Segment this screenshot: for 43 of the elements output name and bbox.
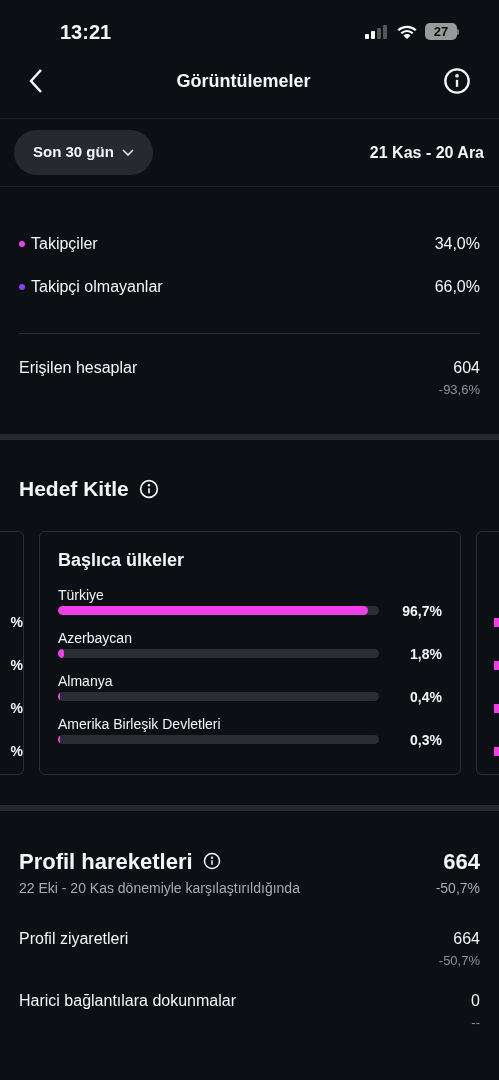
metric-value: 0: [471, 991, 480, 1011]
percent-value: %: [10, 698, 23, 718]
legend-label: Takipçi olmayanlar: [31, 277, 163, 297]
card-title: Başlıca ülkeler: [58, 548, 186, 572]
percent-value: 0,3%: [410, 731, 442, 748]
metric-change: -50,7%: [438, 951, 480, 970]
signal-icon: [365, 24, 389, 39]
section-title: Hedef Kitle: [19, 476, 129, 502]
back-icon[interactable]: [28, 68, 44, 94]
metric-change: -93,6%: [438, 381, 480, 399]
metric-change: --: [471, 1014, 480, 1032]
total-change: -50,7%: [435, 878, 480, 898]
country-name: Türkiye: [58, 585, 105, 604]
percent-value: 1,8%: [410, 645, 442, 662]
legend-label: Takipçiler: [31, 234, 98, 254]
percent-value: %: [10, 612, 23, 632]
metric-label: Profil ziyaretleri: [19, 928, 129, 949]
country-name: Amerika Birleşik Devletleri: [58, 714, 222, 733]
metric-label: Harici bağlantılara dokunmalar: [19, 991, 236, 1011]
country-name: Almanya: [58, 671, 114, 690]
percent-value: 96,7%: [402, 602, 442, 619]
percent-value: %: [10, 741, 23, 761]
metric-label: Erişilen hesaplar: [19, 358, 138, 378]
percent-value: 0,4%: [410, 688, 442, 705]
total-value: 664: [443, 847, 480, 876]
chevron-down-icon: [121, 148, 134, 157]
battery-icon: 27: [425, 23, 459, 40]
metric-value: 604: [453, 358, 480, 378]
wifi-icon: [397, 24, 417, 39]
country-name: Azerbaycan: [58, 628, 133, 647]
metric-value: 664: [453, 928, 480, 949]
page-title: Görüntülemeler: [176, 69, 311, 93]
legend-value: 34,0%: [434, 234, 480, 254]
info-icon[interactable]: [138, 478, 159, 499]
status-time: 13:21: [60, 19, 112, 45]
info-icon[interactable]: [443, 67, 471, 95]
section-title: Profil hareketleri: [19, 847, 193, 876]
info-icon[interactable]: [202, 852, 221, 870]
legend-value: 66,0%: [434, 277, 480, 297]
comparison-note: 22 Eki - 20 Kas dönemiyle karşılaştırıldığında: [19, 878, 300, 898]
percent-value: %: [10, 655, 23, 675]
date-range: 21 Kas - 20 Ara: [369, 142, 484, 163]
period-dropdown[interactable]: Son 30 gün: [14, 130, 153, 175]
